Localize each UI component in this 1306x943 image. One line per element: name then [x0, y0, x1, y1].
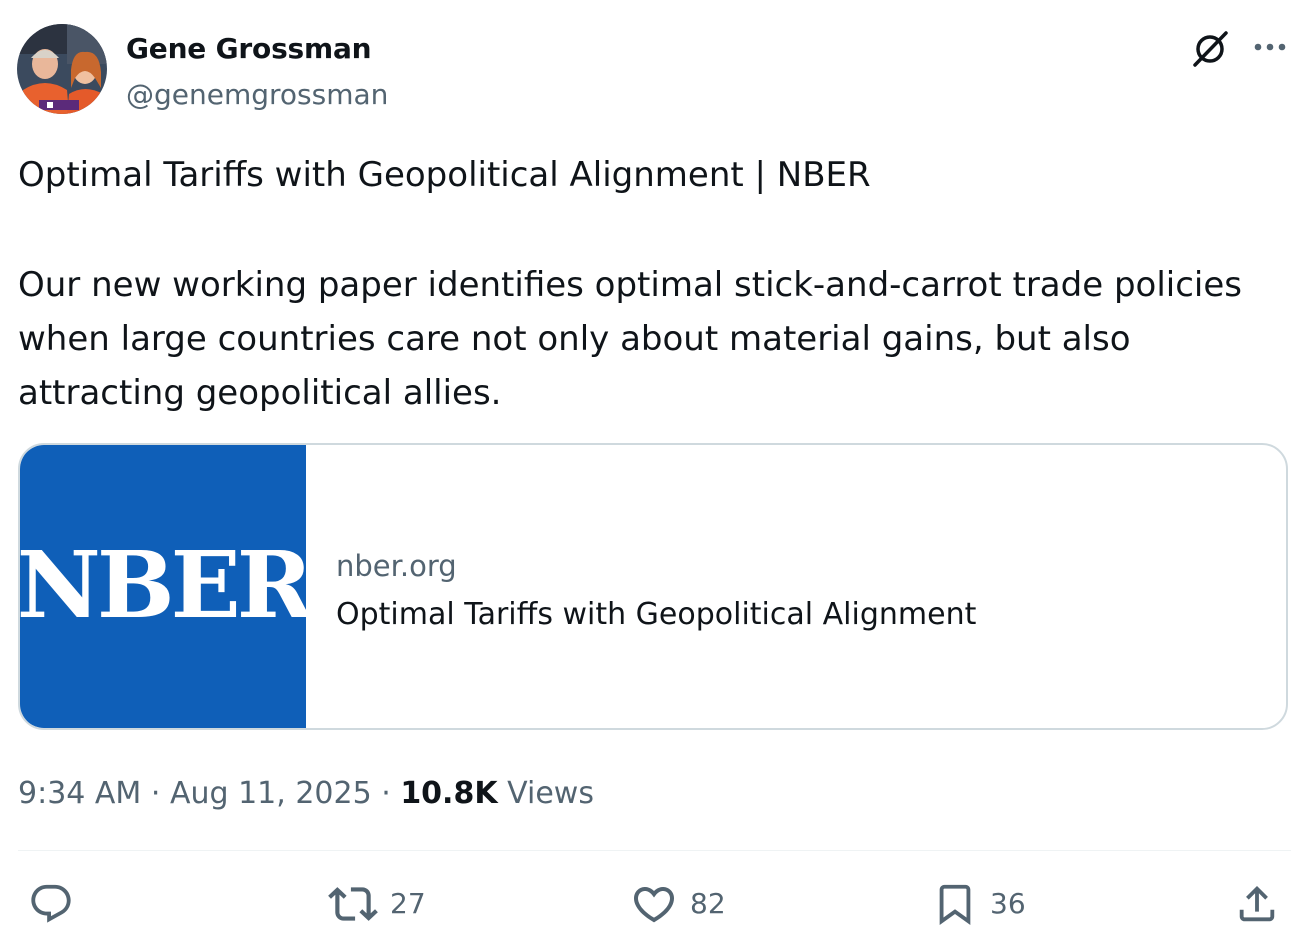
views-label: Views [507, 776, 594, 811]
tweet-meta: 9:34 AM · Aug 11, 2025 · 10.8K Views [18, 774, 594, 814]
like-count: 82 [690, 887, 726, 920]
tweet-date[interactable]: Aug 11, 2025 [170, 776, 372, 811]
reply-icon [31, 884, 71, 923]
bookmark-count: 36 [990, 887, 1026, 920]
heart-icon [633, 887, 675, 923]
svg-text:NBER: NBER [20, 531, 306, 639]
bookmark-button[interactable]: 36 [932, 878, 1026, 930]
tweet-title: Optimal Tariffs with Geopolitical Alignm… [18, 155, 871, 195]
views-count: 10.8K [400, 776, 498, 811]
tweet-time[interactable]: 9:34 AM [18, 776, 141, 811]
meta-separator: · [381, 776, 391, 811]
share-icon [1239, 885, 1275, 922]
like-button[interactable]: 82 [630, 878, 726, 930]
divider [18, 850, 1291, 851]
grok-icon [1193, 31, 1228, 67]
link-card[interactable]: NBER nber.org Optimal Tariffs with Geopo… [18, 443, 1288, 730]
card-title: Optimal Tariffs with Geopolitical Alignm… [336, 597, 977, 632]
nber-logo-image: NBER [20, 445, 306, 728]
more-options-button[interactable] [1249, 26, 1291, 68]
card-domain: nber.org [336, 549, 457, 583]
author-name[interactable]: Gene Grossman [126, 30, 372, 68]
retweet-button[interactable]: 27 [328, 878, 426, 930]
bookmark-icon [939, 884, 971, 925]
author-handle[interactable]: @genemgrossman [126, 76, 388, 114]
meta-separator: · [150, 776, 161, 811]
avatar[interactable] [17, 24, 107, 114]
retweet-icon [328, 887, 378, 921]
reply-button[interactable] [28, 878, 86, 930]
nber-logo: NBER [20, 531, 306, 639]
retweet-count: 27 [390, 887, 426, 920]
avatar-photo [17, 24, 107, 114]
more-icon [1254, 43, 1286, 51]
grok-button[interactable] [1187, 26, 1233, 72]
tweet-body: Our new working paper identifies optimal… [18, 265, 1242, 413]
share-button[interactable] [1234, 878, 1280, 930]
